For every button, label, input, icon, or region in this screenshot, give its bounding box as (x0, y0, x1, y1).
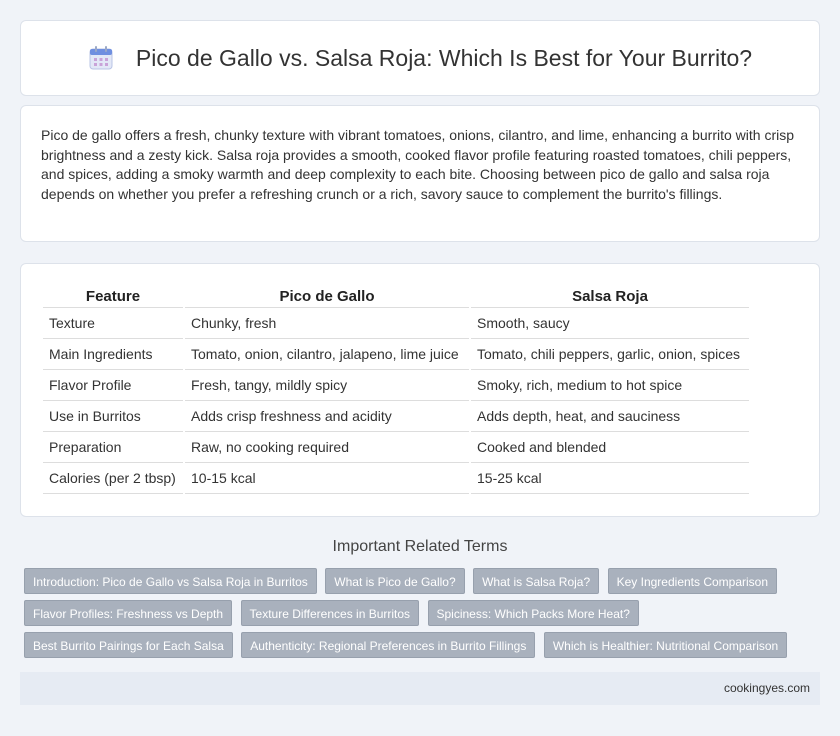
table-cell: Calories (per 2 tbsp) (43, 463, 183, 494)
table-header-row: Feature Pico de Gallo Salsa Roja (43, 286, 749, 308)
table-row: Use in Burritos Adds crisp freshness and… (43, 401, 749, 432)
header-salsa: Salsa Roja (471, 286, 749, 308)
table-cell: Main Ingredients (43, 339, 183, 370)
related-term-link[interactable]: What is Pico de Gallo? (325, 568, 465, 594)
table-cell: Raw, no cooking required (185, 432, 469, 463)
related-term-link[interactable]: Best Burrito Pairings for Each Salsa (24, 632, 233, 658)
table-cell: Preparation (43, 432, 183, 463)
page-title: Pico de Gallo vs. Salsa Roja: Which Is B… (135, 44, 753, 71)
related-terms-title: Important Related Terms (332, 538, 508, 555)
header-card: Pico de Gallo vs. Salsa Roja: Which Is B… (20, 20, 820, 96)
table-row: Calories (per 2 tbsp) 10-15 kcal 15-25 k… (43, 463, 749, 494)
table-cell: Tomato, chili peppers, garlic, onion, sp… (471, 339, 749, 370)
table-cell: Texture (43, 308, 183, 339)
related-term-link[interactable]: Flavor Profiles: Freshness vs Depth (24, 600, 233, 626)
table-cell: Tomato, onion, cilantro, jalapeno, lime … (185, 339, 469, 370)
table-row: Preparation Raw, no cooking required Coo… (43, 432, 749, 463)
related-term-link[interactable]: Introduction: Pico de Gallo vs Salsa Roj… (24, 568, 317, 594)
related-term-link[interactable]: Texture Differences in Burritos (240, 600, 420, 626)
table-cell: Adds depth, heat, and sauciness (471, 401, 749, 432)
header-pico: Pico de Gallo (185, 286, 469, 308)
table-cell: Use in Burritos (43, 401, 183, 432)
footer: cookingyes.com (20, 672, 820, 705)
related-terms-list: Introduction: Pico de Gallo vs Salsa Roj… (24, 568, 814, 664)
related-term-link[interactable]: Which is Healthier: Nutritional Comparis… (543, 632, 788, 658)
table-cell: Fresh, tangy, mildly spicy (185, 370, 469, 401)
table-cell: Flavor Profile (43, 370, 183, 401)
table-cell: Smooth, saucy (471, 308, 749, 339)
intro-card: Pico de gallo offers a fresh, chunky tex… (20, 105, 820, 242)
table-cell: 15-25 kcal (471, 463, 749, 494)
related-term-link[interactable]: Spiciness: Which Packs More Heat? (427, 600, 639, 626)
table-row: Flavor Profile Fresh, tangy, mildly spic… (43, 370, 749, 401)
table-row: Main Ingredients Tomato, onion, cilantro… (43, 339, 749, 370)
header-feature: Feature (43, 286, 183, 308)
related-term-link[interactable]: Key Ingredients Comparison (607, 568, 778, 594)
comparison-table: Feature Pico de Gallo Salsa Roja Texture… (41, 286, 751, 494)
related-term-link[interactable]: Authenticity: Regional Preferences in Bu… (241, 632, 536, 658)
table-row: Texture Chunky, fresh Smooth, saucy (43, 308, 749, 339)
calendar-icon (88, 45, 114, 71)
footer-site-link[interactable]: cookingyes.com (724, 681, 810, 695)
comparison-card: Feature Pico de Gallo Salsa Roja Texture… (20, 263, 820, 517)
table-cell: Smoky, rich, medium to hot spice (471, 370, 749, 401)
table-cell: Cooked and blended (471, 432, 749, 463)
table-cell: Adds crisp freshness and acidity (185, 401, 469, 432)
intro-text: Pico de gallo offers a fresh, chunky tex… (41, 127, 795, 202)
table-cell: Chunky, fresh (185, 308, 469, 339)
table-cell: 10-15 kcal (185, 463, 469, 494)
related-term-link[interactable]: What is Salsa Roja? (473, 568, 600, 594)
